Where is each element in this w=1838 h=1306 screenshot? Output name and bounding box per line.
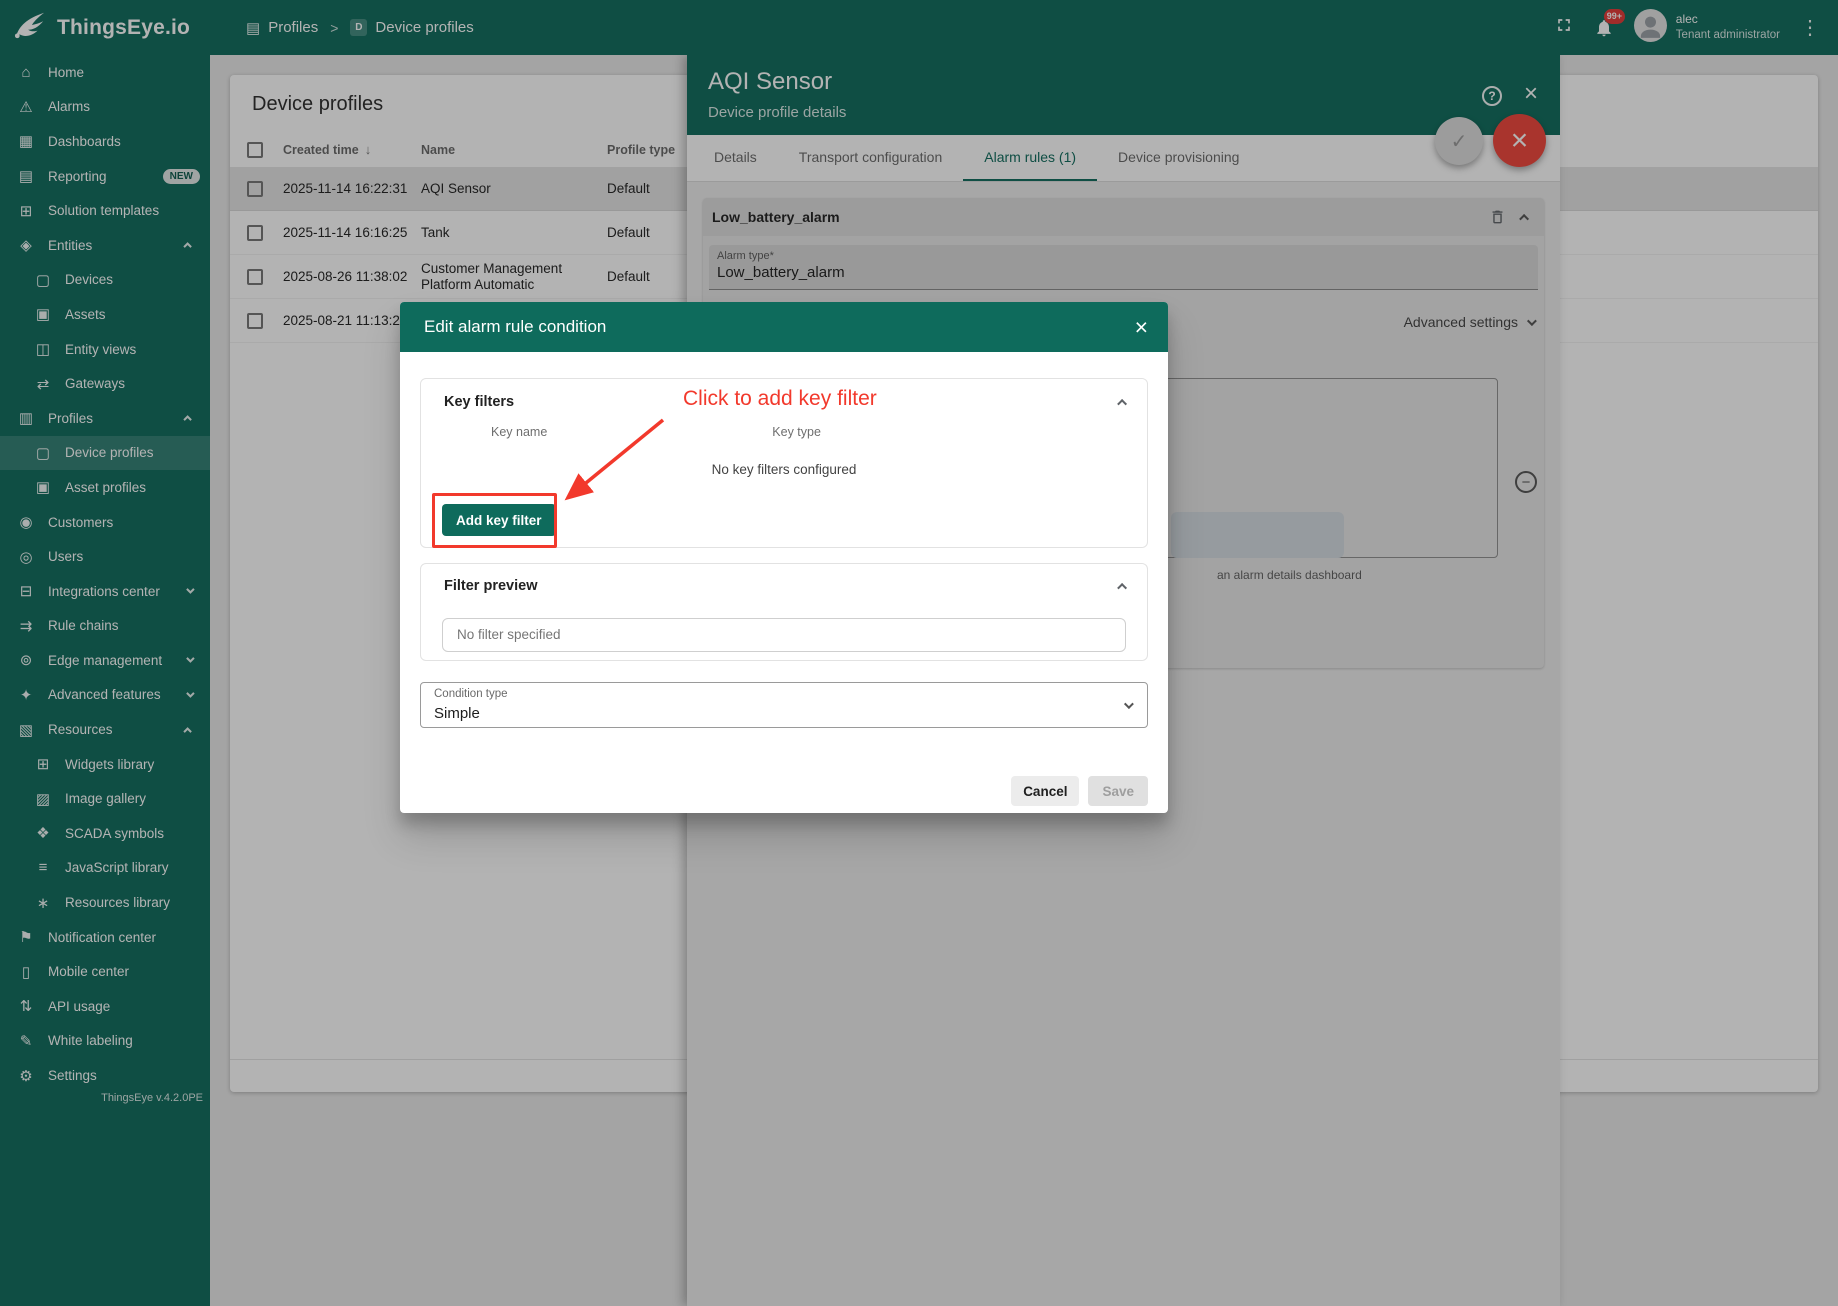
app-root: ThingsEye.io ▤ Profiles > D Device profi… [0,0,1838,1306]
filter-preview-value: No filter specified [442,618,1126,652]
chevron-down-icon [1124,699,1134,709]
annotation-text: Click to add key filter [683,387,877,411]
key-filters-empty-text: No key filters configured [421,447,1147,491]
dialog-actions: Cancel Save [1011,776,1148,806]
edit-alarm-rule-condition-dialog: Edit alarm rule condition × Key filters … [400,302,1168,813]
collapse-icon[interactable] [1117,582,1127,592]
condition-type-value: Simple [434,705,480,722]
filter-preview-card: Filter preview No filter specified [420,563,1148,661]
annotation-arrow [548,404,678,514]
filter-preview-title: Filter preview [444,578,537,594]
key-filters-columns: Key name Key type [421,425,1147,447]
filter-preview-header: Filter preview [421,564,1147,608]
key-filters-title: Key filters [444,394,514,410]
dialog-header: Edit alarm rule condition × [400,302,1168,352]
save-button[interactable]: Save [1088,776,1148,806]
column-key-type: Key type [772,425,821,447]
cancel-button[interactable]: Cancel [1011,776,1079,806]
close-icon[interactable]: × [1135,314,1148,341]
condition-type-select[interactable]: Condition type Simple [420,682,1148,728]
condition-type-label: Condition type [434,688,508,700]
column-key-name: Key name [491,425,547,447]
collapse-icon[interactable] [1117,398,1127,408]
add-key-filter-button[interactable]: Add key filter [442,504,556,536]
dialog-title: Edit alarm rule condition [400,317,606,337]
